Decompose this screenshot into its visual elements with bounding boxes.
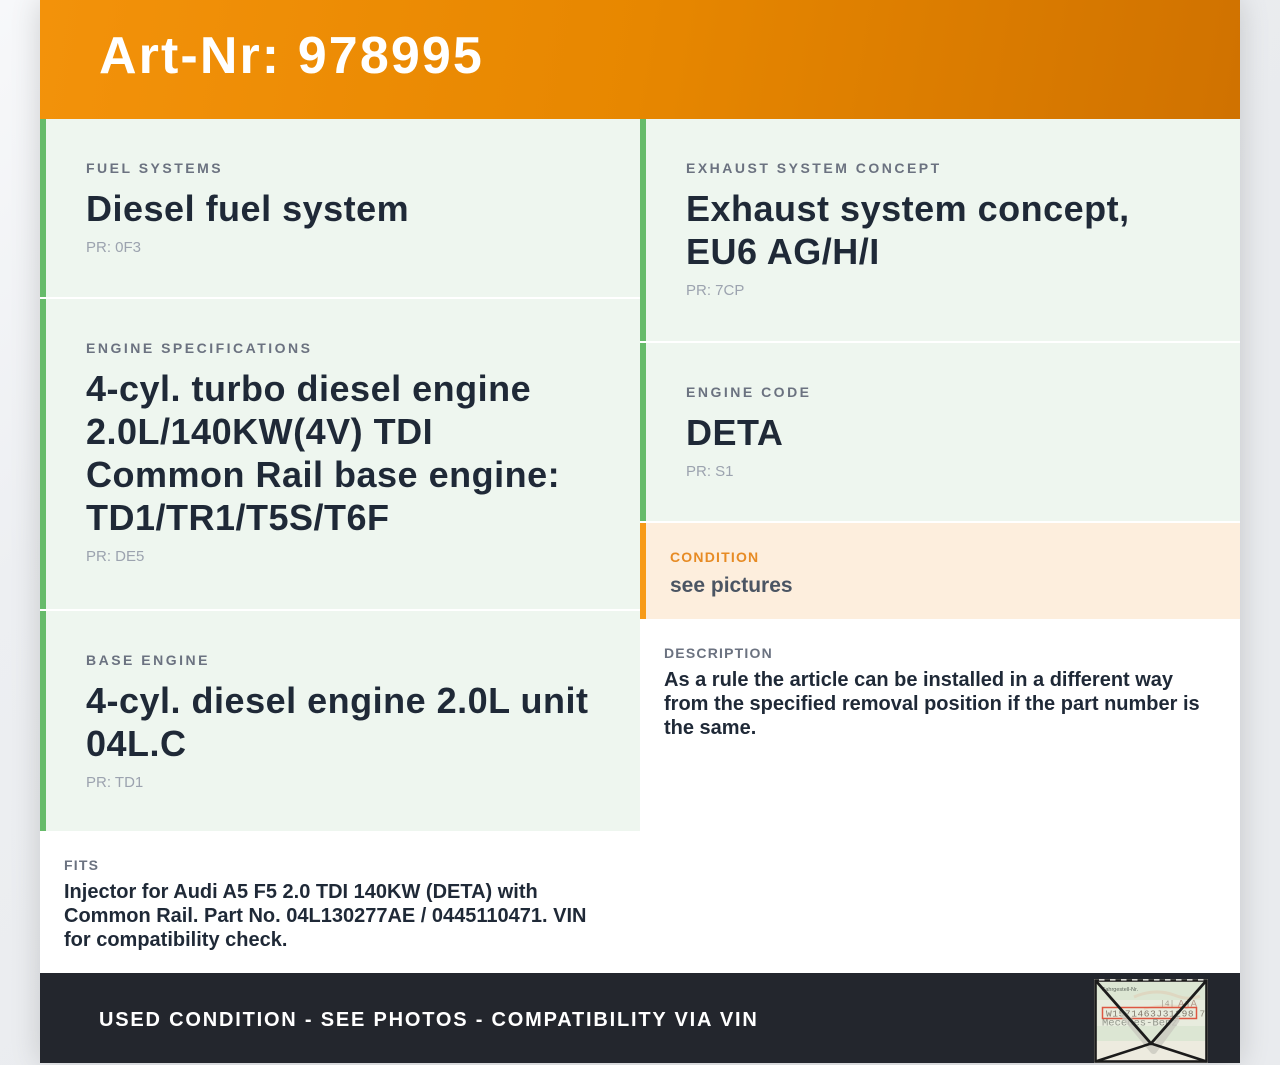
svg-text:7: 7 (1200, 1009, 1206, 1020)
